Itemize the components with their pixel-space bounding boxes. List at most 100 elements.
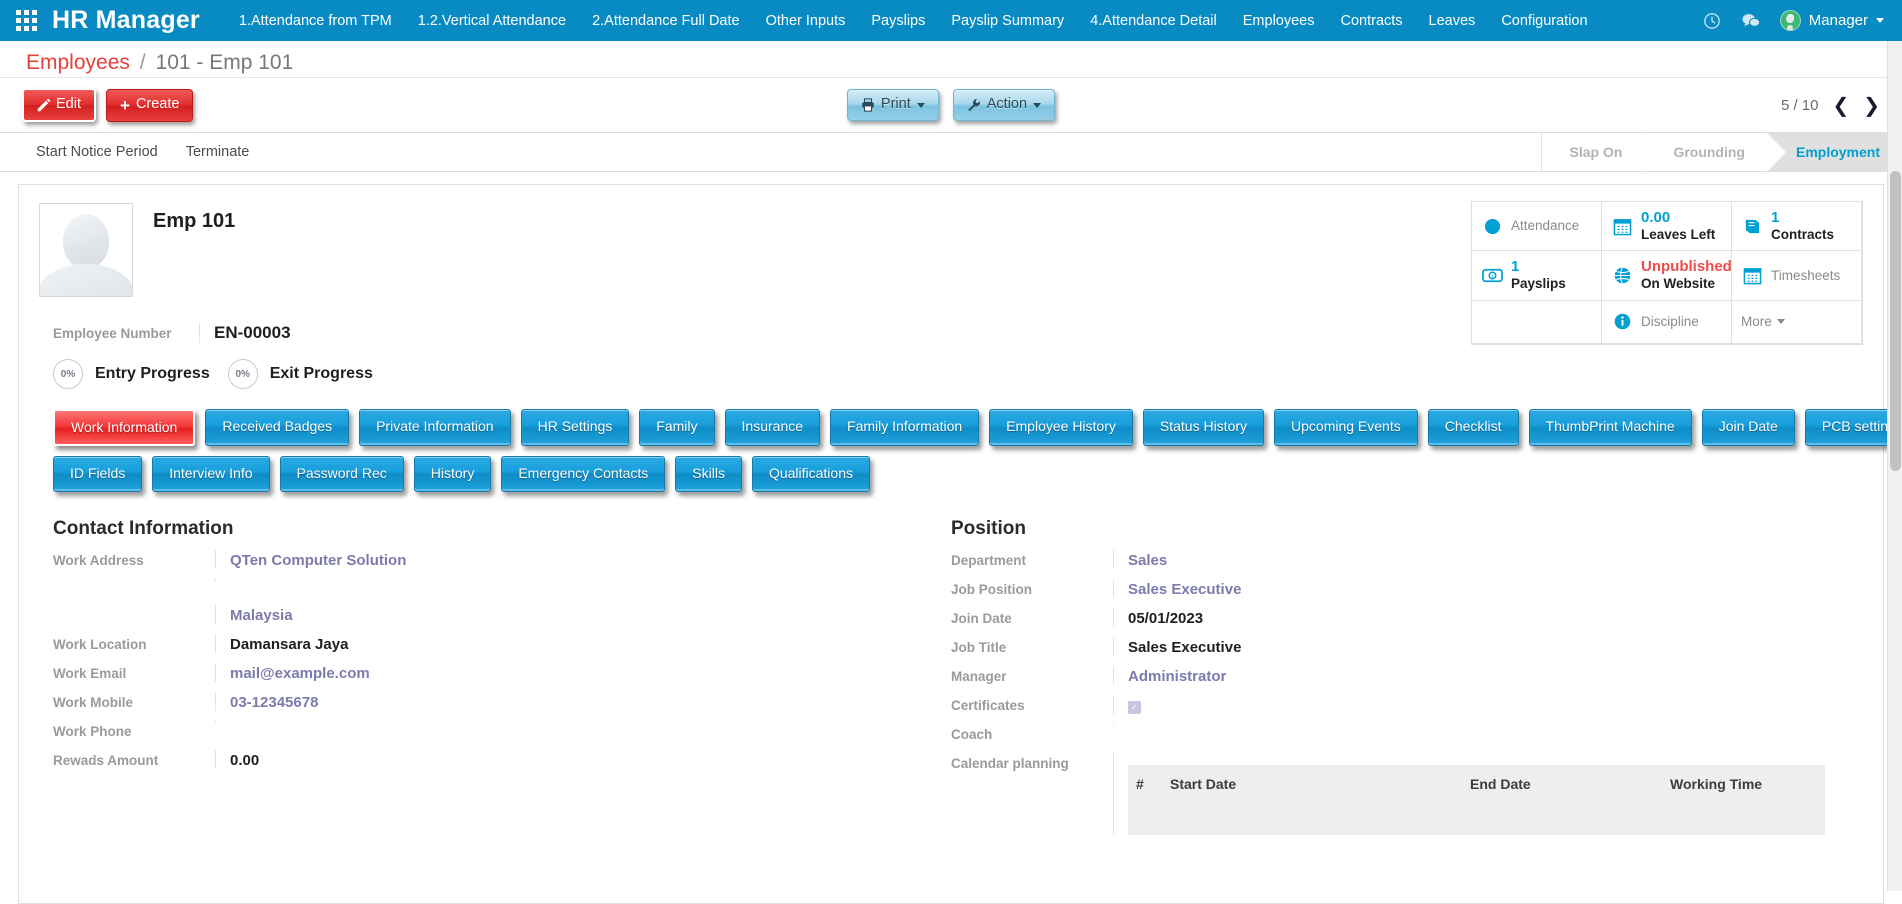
stat-button-more[interactable]: More <box>1731 300 1862 344</box>
tab-family[interactable]: Family <box>639 409 714 446</box>
position-group: Position Department Sales Job Position S… <box>951 518 1849 835</box>
field-value-join-date[interactable]: 05/01/2023 <box>1113 608 1825 627</box>
stat-button-attendance[interactable]: Attendance <box>1471 201 1602 251</box>
page-scrollbar[interactable] <box>1887 41 1902 891</box>
info-icon <box>1611 311 1633 333</box>
tab-interview-info[interactable]: Interview Info <box>152 456 269 491</box>
field-label-department: Department <box>951 550 1113 568</box>
stat-button-timesheets[interactable]: Timesheets <box>1731 250 1862 300</box>
field-value-work-phone[interactable] <box>215 721 927 723</box>
field-value-job-position[interactable]: Sales Executive <box>1128 581 1241 598</box>
status-step-slap-on[interactable]: Slap On <box>1541 133 1645 171</box>
top-navbar: HR Manager 1.Attendance from TPM 1.2.Ver… <box>0 0 1902 41</box>
menu-item-vertical-attendance[interactable]: 1.2.Vertical Attendance <box>405 0 579 41</box>
tab-join-date[interactable]: Join Date <box>1702 409 1795 446</box>
tab-insurance[interactable]: Insurance <box>725 409 820 446</box>
chat-icon[interactable] <box>1741 10 1762 31</box>
print-button[interactable]: Print <box>847 89 939 121</box>
form-sheet-wrapper: Emp 101 Attendance <box>0 172 1902 904</box>
field-value-job-title[interactable]: Sales Executive <box>1113 637 1825 656</box>
position-title: Position <box>951 518 1825 540</box>
tab-skills[interactable]: Skills <box>675 456 742 491</box>
tab-received-badges[interactable]: Received Badges <box>205 409 349 446</box>
edit-button[interactable]: Edit <box>22 88 96 122</box>
tab-upcoming-events[interactable]: Upcoming Events <box>1274 409 1418 446</box>
field-manager: Manager Administrator <box>951 666 1825 695</box>
stat-button-on-website[interactable]: Unpublished On Website <box>1601 250 1732 300</box>
field-label-work-address: Work Address <box>53 550 215 568</box>
tab-qualifications[interactable]: Qualifications <box>752 456 870 491</box>
menu-item-attendance-full-date[interactable]: 2.Attendance Full Date <box>579 0 753 41</box>
contact-information-group: Contact Information Work Address QTen Co… <box>53 518 951 835</box>
entry-progress-label: Entry Progress <box>95 365 210 383</box>
tab-emergency-contacts[interactable]: Emergency Contacts <box>501 456 665 491</box>
menu-item-attendance-detail[interactable]: 4.Attendance Detail <box>1077 0 1230 41</box>
menu-item-contracts[interactable]: Contracts <box>1327 0 1415 41</box>
menu-item-attendance-tpm[interactable]: 1.Attendance from TPM <box>226 0 405 41</box>
field-rewads-amount: Rewads Amount 0.00 <box>53 750 927 779</box>
field-work-address-country: Malaysia <box>53 605 927 634</box>
pager-previous-button[interactable]: ❮ <box>1832 95 1849 115</box>
tab-status-history[interactable]: Status History <box>1143 409 1264 446</box>
pager-next-button[interactable]: ❯ <box>1863 95 1880 115</box>
field-join-date: Join Date 05/01/2023 <box>951 608 1825 637</box>
work-information-content: Contact Information Work Address QTen Co… <box>39 518 1863 835</box>
tab-hr-settings[interactable]: HR Settings <box>521 409 630 446</box>
menu-item-configuration[interactable]: Configuration <box>1488 0 1600 41</box>
field-value-work-mobile[interactable]: 03-12345678 <box>230 694 318 711</box>
stat-button-payslips[interactable]: 1 1 Payslips <box>1471 250 1602 300</box>
chevron-down-icon <box>917 103 925 108</box>
field-label-manager: Manager <box>951 666 1113 684</box>
field-value-work-address[interactable]: QTen Computer Solution <box>230 552 406 569</box>
app-brand-title[interactable]: HR Manager <box>52 0 226 41</box>
menu-item-payslips[interactable]: Payslips <box>858 0 938 41</box>
field-value-coach[interactable] <box>1113 724 1825 726</box>
field-value-work-email[interactable]: mail@example.com <box>230 665 370 682</box>
field-value-department[interactable]: Sales <box>1128 552 1167 569</box>
form-sheet: Emp 101 Attendance <box>18 184 1884 904</box>
stat-button-contracts[interactable]: 1 Contracts <box>1731 201 1862 251</box>
tab-work-information[interactable]: Work Information <box>53 409 195 446</box>
stat-value-on-website: Unpublished <box>1641 258 1732 275</box>
stat-button-leaves-left[interactable]: 0.00 Leaves Left <box>1601 201 1732 251</box>
tab-password-rec[interactable]: Password Rec <box>280 456 404 491</box>
tab-history[interactable]: History <box>414 456 492 491</box>
terminate-button[interactable]: Terminate <box>172 133 264 171</box>
tab-thumbprint-machine[interactable]: ThumbPrint Machine <box>1529 409 1692 446</box>
tab-id-fields[interactable]: ID Fields <box>53 456 142 491</box>
action-button[interactable]: Action <box>953 89 1055 121</box>
breadcrumb-root-link[interactable]: Employees <box>26 51 130 74</box>
create-button[interactable]: + Create <box>106 89 193 122</box>
printer-icon <box>861 98 875 112</box>
field-label-coach: Coach <box>951 724 1113 742</box>
tab-private-information[interactable]: Private Information <box>359 409 511 446</box>
menu-item-employees[interactable]: Employees <box>1230 0 1328 41</box>
field-value-rewads-amount[interactable]: 0.00 <box>215 750 927 769</box>
tab-family-information[interactable]: Family Information <box>830 409 979 446</box>
certificates-checkbox[interactable]: ✓ <box>1128 701 1141 714</box>
status-step-employment[interactable]: Employment <box>1767 133 1902 171</box>
tab-employee-history[interactable]: Employee History <box>989 409 1133 446</box>
status-steps: Slap On Grounding Employment <box>1541 133 1902 171</box>
field-label-join-date: Join Date <box>951 608 1113 626</box>
tab-checklist[interactable]: Checklist <box>1428 409 1519 446</box>
menu-item-other-inputs[interactable]: Other Inputs <box>753 0 859 41</box>
calendar-icon <box>1611 215 1633 237</box>
scrollbar-thumb[interactable] <box>1890 171 1901 471</box>
apps-grid-icon <box>16 10 37 31</box>
employee-name: Emp 101 <box>153 210 235 233</box>
field-value-manager[interactable]: Administrator <box>1128 668 1226 685</box>
field-label-work-location: Work Location <box>53 634 215 652</box>
employee-photo[interactable] <box>39 203 133 297</box>
start-notice-period-button[interactable]: Start Notice Period <box>22 133 172 171</box>
field-value-work-location[interactable]: Damansara Jaya <box>215 634 927 653</box>
apps-menu-button[interactable] <box>0 0 52 41</box>
stat-label-contracts: Contracts <box>1771 227 1834 242</box>
field-value-work-country[interactable]: Malaysia <box>230 607 293 624</box>
menu-item-leaves[interactable]: Leaves <box>1416 0 1489 41</box>
clock-icon[interactable] <box>1702 10 1723 31</box>
chevron-down-icon <box>1777 319 1785 324</box>
user-menu[interactable]: Manager <box>1780 10 1884 31</box>
stat-button-discipline[interactable]: Discipline <box>1601 300 1732 344</box>
menu-item-payslip-summary[interactable]: Payslip Summary <box>938 0 1077 41</box>
